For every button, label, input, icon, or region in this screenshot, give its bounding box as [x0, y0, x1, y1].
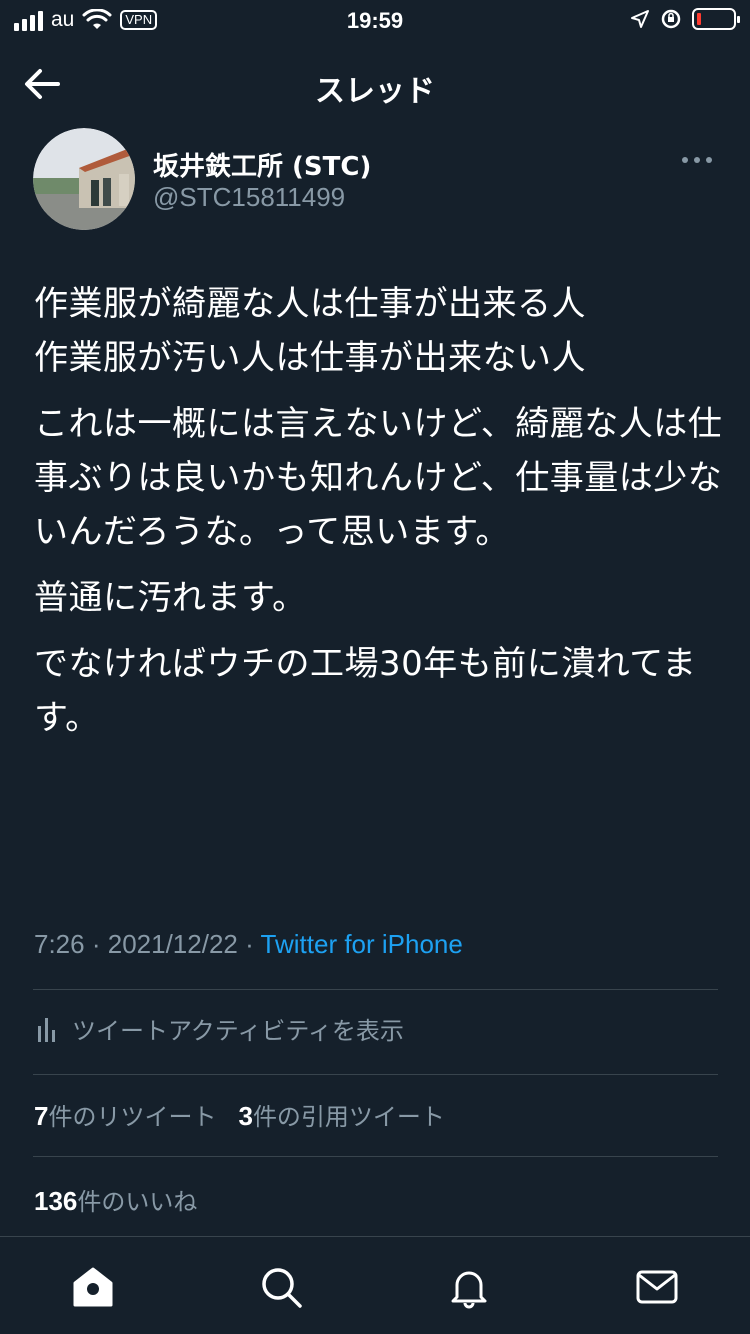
tweet-text: 作業服が綺麗な人は仕事が出来る人 作業服が汚い人は仕事が出来ない人 これは一概に…	[34, 277, 724, 757]
retweet-count: 7	[34, 1101, 49, 1131]
tweet-paragraph: 普通に汚れます。	[34, 578, 307, 618]
orientation-lock-icon	[661, 9, 681, 29]
retweets-stat[interactable]: 7件のリツイート	[34, 1097, 216, 1132]
avatar[interactable]	[33, 128, 135, 230]
notifications-icon[interactable]	[447, 1265, 491, 1309]
quotes-stat[interactable]: 3件の引用ツイート	[238, 1097, 444, 1132]
page-title: スレッド	[315, 74, 435, 109]
like-label: 件のいいね	[77, 1188, 198, 1216]
search-icon[interactable]	[259, 1265, 303, 1309]
like-count: 136	[34, 1186, 78, 1216]
quote-label: 件の引用ツイート	[252, 1103, 445, 1131]
messages-icon[interactable]	[635, 1265, 679, 1309]
retweet-label: 件のリツイート	[48, 1103, 217, 1131]
status-bar: au VPN 19:59	[0, 0, 750, 42]
author-handle[interactable]: @STC15811499	[153, 182, 345, 213]
tweet-paragraph: これは一概には言えないけど、綺麗な人は仕事ぶりは良いかも知れんけど、仕事量は少な…	[34, 404, 723, 552]
home-icon[interactable]	[71, 1265, 115, 1309]
likes-stat[interactable]: 136件のいいね	[34, 1182, 197, 1217]
tweet-time: 7:26	[34, 929, 85, 959]
tweet-meta: 7:26 · 2021/12/22 · Twitter for iPhone	[34, 929, 463, 960]
tab-bar	[0, 1236, 750, 1334]
bar-chart-icon	[38, 1017, 55, 1042]
meta-separator: ·	[245, 929, 261, 959]
tweet-date: 2021/12/22	[107, 929, 238, 959]
divider	[33, 1156, 718, 1157]
divider	[33, 1074, 718, 1075]
tweet-activity-label: ツイートアクティビティを表示	[72, 1017, 404, 1045]
divider	[33, 989, 718, 990]
more-options-icon[interactable]	[682, 150, 716, 170]
battery-icon	[692, 8, 740, 30]
location-icon	[631, 10, 649, 28]
status-right	[630, 8, 740, 30]
author-name[interactable]: 坂井鉄工所 (STC)	[153, 146, 371, 183]
meta-separator: ·	[91, 929, 108, 959]
quote-count: 3	[238, 1101, 253, 1131]
tweet-source-link[interactable]: Twitter for iPhone	[261, 929, 463, 959]
nav-header: スレッド	[0, 52, 750, 114]
tweet-paragraph: 作業服が綺麗な人は仕事が出来る人 作業服が汚い人は仕事が出来ない人	[34, 284, 586, 378]
tweet-paragraph: でなければウチの工場30年も前に潰れてます。	[34, 644, 697, 738]
tweet-stats: 7件のリツイート 3件の引用ツイート	[34, 1097, 445, 1132]
tweet-activity-link[interactable]: ツイートアクティビティを表示	[36, 1011, 404, 1046]
